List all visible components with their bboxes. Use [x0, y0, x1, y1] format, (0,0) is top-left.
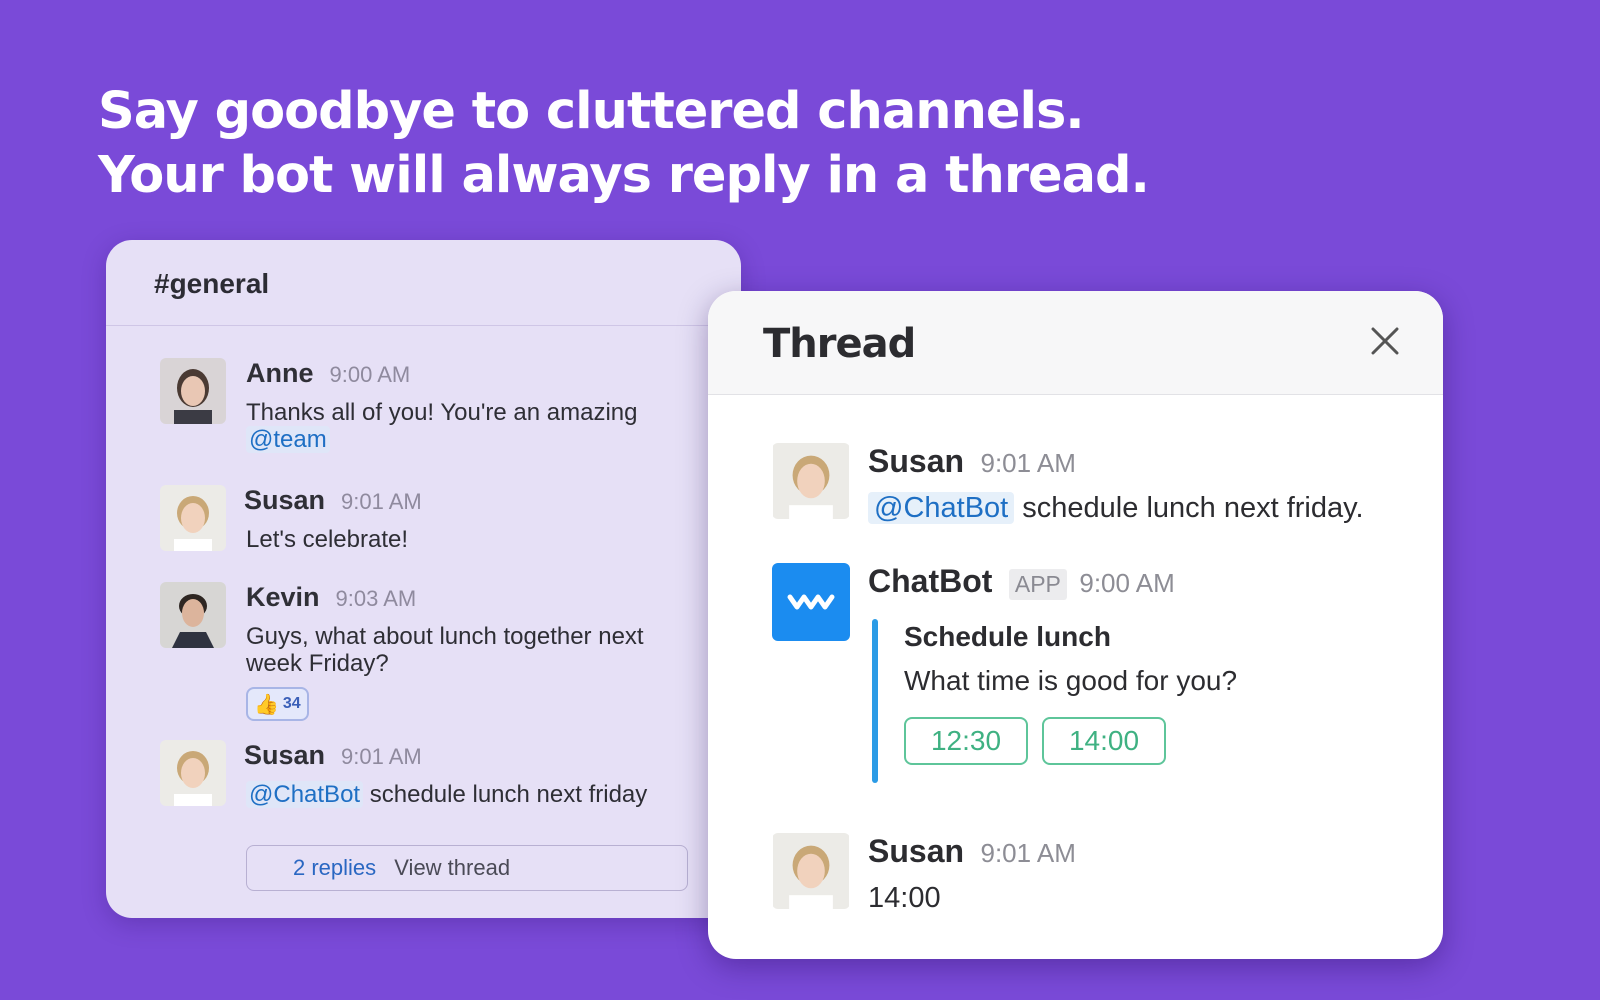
attachment: Schedule lunch What time is good for you…: [904, 621, 1237, 765]
timestamp: 9:01 AM: [341, 744, 422, 769]
avatar[interactable]: [160, 740, 226, 806]
reply-count: 2 replies: [293, 855, 377, 880]
author-name[interactable]: Susan: [244, 485, 325, 516]
avatar[interactable]: [160, 582, 226, 648]
time-option-button[interactable]: 14:00: [1042, 717, 1166, 765]
view-thread-button[interactable]: 2 replies View thread: [246, 845, 688, 891]
message-text: 14:00: [868, 882, 941, 914]
author-name[interactable]: ChatBot: [868, 563, 992, 599]
attachment-text: What time is good for you?: [904, 665, 1238, 696]
author-name[interactable]: Susan: [244, 740, 325, 771]
timestamp: 9:00 AM: [1079, 568, 1175, 598]
author-name[interactable]: Susan: [868, 833, 964, 869]
time-option-button[interactable]: 12:30: [904, 717, 1028, 765]
thread-panel: Thread Susan 9:01 AM @ChatBot schedule l…: [708, 291, 1443, 959]
thread-header: Thread: [708, 291, 1443, 395]
timestamp: 9:03 AM: [335, 586, 417, 611]
author-name[interactable]: Kevin: [246, 582, 320, 613]
chatbot-logo-icon: [787, 594, 835, 610]
timestamp: 9:01 AM: [341, 489, 422, 514]
reaction-count: 34: [282, 695, 301, 712]
bot-avatar[interactable]: [772, 563, 850, 641]
avatar[interactable]: [160, 358, 226, 424]
message-text: Guys, what about lunch together next wee…: [246, 623, 644, 677]
thumbs-up-icon: 👍: [254, 693, 279, 716]
mention[interactable]: @team: [246, 426, 330, 453]
channel-panel: #general Anne 9:00 AM Thanks all of you!…: [106, 240, 741, 918]
author-name[interactable]: Anne: [246, 358, 314, 389]
close-button[interactable]: [1365, 321, 1405, 361]
timestamp: 9:00 AM: [329, 362, 411, 387]
message-text: Thanks all of you! You're an amazing: [246, 399, 638, 426]
mention[interactable]: @ChatBot: [868, 492, 1015, 524]
mention[interactable]: @ChatBot: [246, 781, 364, 808]
headline-line-2: Your bot will always reply in a thread.: [98, 146, 1150, 205]
headline: Say goodbye to cluttered channels. Your …: [98, 80, 1150, 208]
thread-title: Thread: [763, 321, 916, 367]
message-text: schedule lunch next friday.: [1022, 492, 1364, 524]
avatar[interactable]: [772, 833, 850, 909]
message-text: Let's celebrate!: [246, 526, 409, 553]
channel-name: #general: [106, 240, 741, 326]
view-thread-label: View thread: [394, 855, 511, 880]
close-icon: [1371, 327, 1399, 355]
headline-line-1: Say goodbye to cluttered channels.: [98, 82, 1085, 141]
app-badge: APP: [1008, 569, 1067, 600]
message-text: schedule lunch next friday: [369, 781, 648, 808]
reaction-button[interactable]: 👍 34: [246, 687, 309, 721]
author-name[interactable]: Susan: [868, 443, 964, 479]
timestamp: 9:01 AM: [980, 448, 1076, 478]
attachment-title: Schedule lunch: [904, 621, 1111, 652]
timestamp: 9:01 AM: [980, 838, 1076, 868]
avatar[interactable]: [160, 485, 226, 551]
avatar[interactable]: [772, 443, 850, 519]
attachment-bar: [872, 619, 878, 783]
